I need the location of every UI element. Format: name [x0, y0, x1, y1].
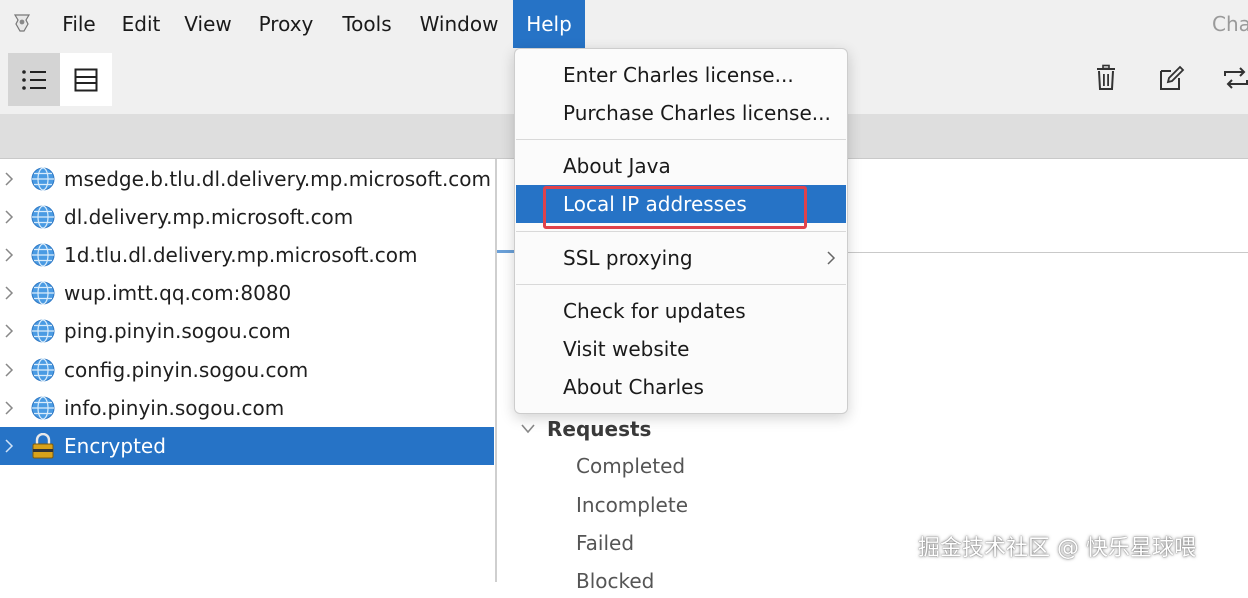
charles-logo-icon [13, 14, 31, 32]
menu-item-visit-website[interactable]: Visit website [516, 330, 846, 368]
menu-item-check-updates[interactable]: Check for updates [516, 292, 846, 330]
globe-icon [31, 205, 55, 229]
menu-tools[interactable]: Tools [330, 0, 404, 48]
requests-incomplete: Incomplete [576, 493, 688, 517]
chevron-right-icon[interactable] [4, 324, 14, 338]
tree-item-label: ping.pinyin.sogou.com [64, 319, 291, 343]
globe-icon [31, 396, 55, 420]
globe-icon [31, 281, 55, 305]
menu-item-label: SSL proxying [563, 246, 693, 270]
menu-window[interactable]: Window [408, 0, 510, 48]
menu-item-purchase-license[interactable]: Purchase Charles license... [516, 94, 846, 132]
menu-item-label: About Java [563, 154, 671, 178]
globe-icon [31, 243, 55, 267]
help-menu: Enter Charles license... Purchase Charle… [514, 48, 848, 414]
menu-item-label: Check for updates [563, 299, 746, 323]
menu-item-about-java[interactable]: About Java [516, 147, 846, 185]
tree-item-label: wup.imtt.qq.com:8080 [64, 281, 292, 305]
structure-view-button[interactable] [8, 53, 60, 106]
globe-icon [31, 358, 55, 382]
tree-item-label: msedge.b.tlu.dl.delivery.mp.microsoft.co… [64, 167, 492, 191]
sequence-view-button[interactable] [60, 53, 112, 106]
host-tree: msedge.b.tlu.dl.delivery.mp.microsoft.co… [0, 159, 495, 582]
tree-item[interactable]: config.pinyin.sogou.com [0, 351, 494, 389]
requests-blocked: Blocked [576, 569, 655, 593]
requests-completed: Completed [576, 454, 686, 478]
menu-file[interactable]: File [50, 0, 108, 48]
chevron-right-icon[interactable] [4, 172, 14, 186]
tree-item-label: dl.delivery.mp.microsoft.com [64, 205, 354, 229]
menu-item-enter-license[interactable]: Enter Charles license... [516, 56, 846, 94]
requests-section-title: Requests [547, 417, 652, 441]
trash-icon[interactable] [1092, 64, 1120, 92]
tree-item-label: 1d.tlu.dl.delivery.mp.microsoft.com [64, 243, 418, 267]
menu-item-label: Purchase Charles license... [563, 101, 831, 125]
menu-separator [516, 139, 846, 140]
edit-icon[interactable] [1157, 64, 1185, 92]
menu-bar: File Edit View Proxy Tools Window Help C… [0, 0, 1248, 48]
chevron-right-icon[interactable] [4, 363, 14, 377]
tree-item[interactable]: wup.imtt.qq.com:8080 [0, 274, 494, 312]
list-icon [22, 69, 46, 90]
menu-item-about-charles[interactable]: About Charles [516, 368, 846, 406]
menu-item-ssl-proxying[interactable]: SSL proxying [516, 239, 846, 277]
menu-view[interactable]: View [174, 0, 242, 48]
tree-item[interactable]: ping.pinyin.sogou.com [0, 312, 494, 350]
window-title: Cha [1212, 12, 1248, 36]
menu-item-label: About Charles [563, 375, 704, 399]
tree-item[interactable]: info.pinyin.sogou.com [0, 389, 494, 427]
chevron-right-icon[interactable] [4, 210, 14, 224]
chevron-down-icon[interactable] [520, 423, 536, 435]
menu-proxy[interactable]: Proxy [246, 0, 326, 48]
globe-icon [31, 167, 55, 191]
tree-item[interactable]: 1d.tlu.dl.delivery.mp.microsoft.com [0, 236, 494, 274]
menu-help[interactable]: Help [513, 0, 585, 48]
requests-failed: Failed [576, 531, 635, 555]
table-icon [74, 68, 98, 91]
menu-item-label: Visit website [563, 337, 690, 361]
tree-item-label: Encrypted [64, 434, 166, 458]
menu-edit[interactable]: Edit [110, 0, 172, 48]
chevron-right-icon[interactable] [4, 248, 14, 262]
globe-icon [31, 319, 55, 343]
menu-separator [516, 231, 846, 232]
tree-item-label: info.pinyin.sogou.com [64, 396, 285, 420]
repeat-icon[interactable] [1222, 64, 1248, 92]
tree-item[interactable]: msedge.b.tlu.dl.delivery.mp.microsoft.co… [0, 160, 494, 198]
chevron-right-icon[interactable] [4, 439, 14, 453]
lock-icon [32, 433, 54, 459]
tree-item[interactable]: dl.delivery.mp.microsoft.com [0, 198, 494, 236]
watermark: 掘金技术社区 @ 快乐星球喂 [918, 536, 1196, 561]
tree-item-encrypted[interactable]: Encrypted [0, 427, 494, 465]
chevron-right-icon[interactable] [4, 286, 14, 300]
submenu-arrow-icon [827, 251, 836, 265]
menu-item-label: Enter Charles license... [563, 63, 794, 87]
chevron-right-icon[interactable] [4, 401, 14, 415]
annotation-highlight-box [543, 186, 807, 229]
tree-item-label: config.pinyin.sogou.com [64, 358, 309, 382]
menu-separator [516, 284, 846, 285]
